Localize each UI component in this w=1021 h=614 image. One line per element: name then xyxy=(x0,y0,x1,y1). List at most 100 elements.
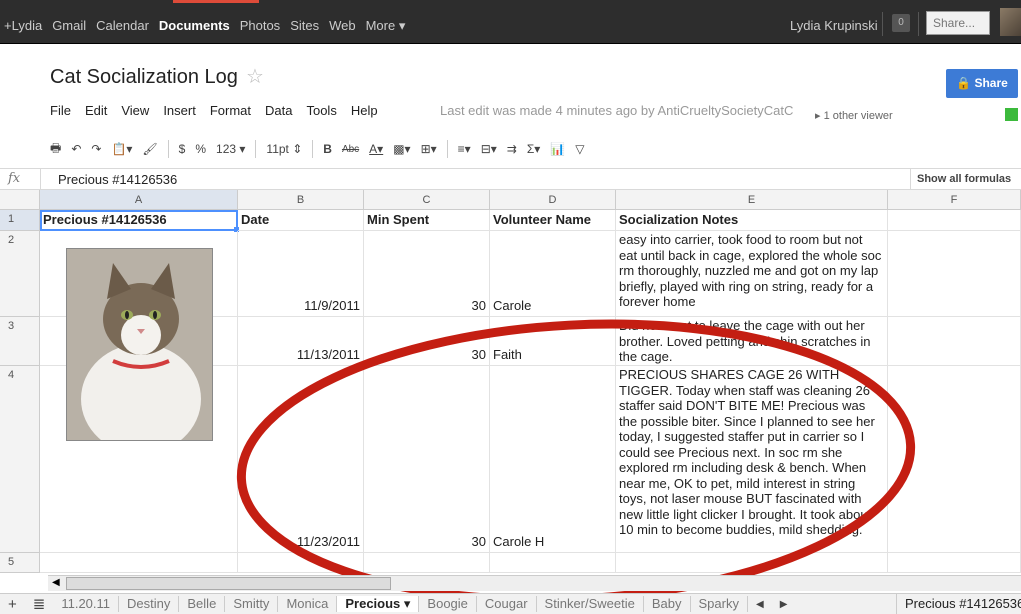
cell-f4[interactable] xyxy=(888,366,1021,553)
paint-format-icon[interactable]: 🖌 xyxy=(142,142,157,156)
cell-a5[interactable] xyxy=(40,553,238,573)
column-header-e[interactable]: E xyxy=(616,190,888,210)
chart-icon[interactable]: 📊 xyxy=(550,142,565,156)
fill-color-icon[interactable]: ▩▾ xyxy=(393,142,410,156)
bold-button[interactable]: B xyxy=(323,142,332,156)
filter-icon[interactable]: ▽ xyxy=(575,142,584,156)
sheet-tab[interactable]: Monica xyxy=(278,596,338,612)
tab-scroll-right-icon[interactable]: ▶ xyxy=(772,599,796,610)
app-link[interactable]: Web xyxy=(329,18,356,34)
menu-item[interactable]: Edit xyxy=(85,103,107,118)
cell-b3[interactable]: 11/13/2011 xyxy=(238,317,364,366)
menu-item[interactable]: Format xyxy=(210,103,251,118)
sheet-tab[interactable]: Destiny xyxy=(119,596,180,612)
show-all-formulas-button[interactable]: Show all formulas xyxy=(910,169,1021,190)
cell-b1[interactable]: Date xyxy=(238,210,364,231)
cat-photo[interactable] xyxy=(66,248,213,441)
cell-c5[interactable] xyxy=(364,553,490,573)
font-size-button[interactable]: 11pt ⇕ xyxy=(266,142,302,156)
functions-icon[interactable]: Σ▾ xyxy=(527,142,540,156)
cell-d3[interactable]: Faith xyxy=(490,317,616,366)
cell-d2[interactable]: Carole xyxy=(490,231,616,317)
scroll-left-icon[interactable]: ◀ xyxy=(52,577,60,588)
app-link[interactable]: Photos xyxy=(240,18,280,34)
app-link[interactable]: Sites xyxy=(290,18,319,34)
cell-e4[interactable]: PRECIOUS SHARES CAGE 26 WITH TIGGER. Tod… xyxy=(616,366,888,553)
undo-icon[interactable]: ↶ xyxy=(71,142,81,156)
cell-f2[interactable] xyxy=(888,231,1021,317)
cell-c2[interactable]: 30 xyxy=(364,231,490,317)
sheet-tab[interactable]: Boogie xyxy=(419,596,477,612)
currency-button[interactable]: $ xyxy=(179,142,186,156)
corner-header[interactable] xyxy=(0,190,40,210)
formula-input[interactable]: Precious #14126536 xyxy=(58,172,177,187)
app-link[interactable]: Calendar xyxy=(96,18,149,34)
align-icon[interactable]: ≡▾ xyxy=(458,142,471,156)
user-name[interactable]: Lydia Krupinski xyxy=(790,18,878,33)
cell-b4[interactable]: 11/23/2011 xyxy=(238,366,364,553)
app-link[interactable]: Gmail xyxy=(52,18,86,34)
menu-item[interactable]: Data xyxy=(265,103,292,118)
tab-scroll-left-icon[interactable]: ◀ xyxy=(748,599,772,610)
notification-count[interactable]: 0 xyxy=(892,14,910,32)
row-header-1[interactable]: 1 xyxy=(0,210,40,231)
sheet-tab[interactable]: Smitty xyxy=(225,596,279,612)
sheet-tab[interactable]: Baby xyxy=(644,596,691,612)
app-link[interactable]: Documents xyxy=(159,18,230,34)
cell-d5[interactable] xyxy=(490,553,616,573)
cell-e3[interactable]: Did not want to leave the cage with out … xyxy=(616,317,888,366)
last-edit-status[interactable]: Last edit was made 4 minutes ago by Anti… xyxy=(440,103,793,118)
redo-icon[interactable]: ↷ xyxy=(91,142,101,156)
app-link[interactable]: More ▾ xyxy=(366,18,406,34)
print-icon[interactable]: 🖶 xyxy=(50,139,61,160)
row-header-3[interactable]: 3 xyxy=(0,317,40,366)
sheet-tab[interactable]: Precious ▾ xyxy=(337,596,420,612)
column-header-d[interactable]: D xyxy=(490,190,616,210)
add-sheet-icon[interactable]: + xyxy=(0,596,25,613)
cell-d4[interactable]: Carole H xyxy=(490,366,616,553)
wrap-text-icon[interactable]: ⇉ xyxy=(507,142,517,156)
cell-c3[interactable]: 30 xyxy=(364,317,490,366)
text-color-icon[interactable]: A▾ xyxy=(369,142,383,156)
sheet-tab[interactable]: Belle xyxy=(179,596,226,612)
cell-c1[interactable]: Min Spent xyxy=(364,210,490,231)
menu-item[interactable]: View xyxy=(121,103,149,118)
row-header-4[interactable]: 4 xyxy=(0,366,40,553)
viewer-count[interactable]: ▸ 1 other viewer xyxy=(815,109,893,122)
cell-f5[interactable] xyxy=(888,553,1021,573)
sheet-tab[interactable]: Cougar xyxy=(477,596,537,612)
row-header-5[interactable]: 5 xyxy=(0,553,40,573)
column-header-a[interactable]: A xyxy=(40,190,238,210)
cell-e2[interactable]: easy into carrier, took food to room but… xyxy=(616,231,888,317)
merge-icon[interactable]: ⊟▾ xyxy=(481,142,497,156)
app-link[interactable]: +Lydia xyxy=(4,18,42,34)
percent-button[interactable]: % xyxy=(195,142,206,156)
menu-item[interactable]: Tools xyxy=(306,103,336,118)
avatar[interactable] xyxy=(1000,8,1021,36)
paste-icon[interactable]: 📋▾ xyxy=(111,142,132,156)
sheet-tab[interactable]: Sparky xyxy=(691,596,748,612)
sheet-list-icon[interactable]: ≣ xyxy=(25,595,54,613)
cell-f3[interactable] xyxy=(888,317,1021,366)
sheet-tab[interactable]: 11.20.11 xyxy=(53,596,120,612)
row-header-2[interactable]: 2 xyxy=(0,231,40,317)
star-icon[interactable]: ☆ xyxy=(246,64,264,89)
cell-e5[interactable] xyxy=(616,553,888,573)
borders-icon[interactable]: ⊞▾ xyxy=(421,142,437,156)
column-header-f[interactable]: F xyxy=(888,190,1021,210)
menu-item[interactable]: Insert xyxy=(163,103,196,118)
cell-c4[interactable]: 30 xyxy=(364,366,490,553)
strikethrough-icon[interactable]: Abc xyxy=(342,144,359,155)
sheet-tab[interactable]: Stinker/Sweetie xyxy=(537,596,644,612)
cell-e1[interactable]: Socialization Notes xyxy=(616,210,888,231)
cell-d1[interactable]: Volunteer Name xyxy=(490,210,616,231)
document-title[interactable]: Cat Socialization Log xyxy=(50,66,238,89)
horizontal-scrollbar[interactable]: ◀ xyxy=(48,575,1021,591)
column-header-b[interactable]: B xyxy=(238,190,364,210)
menu-item[interactable]: Help xyxy=(351,103,378,118)
current-sheet-name[interactable]: Precious #14126536 xyxy=(896,594,1021,614)
cell-f1[interactable] xyxy=(888,210,1021,231)
cell-a1[interactable]: Precious #14126536 xyxy=(40,210,238,231)
cell-b5[interactable] xyxy=(238,553,364,573)
scrollbar-thumb[interactable] xyxy=(66,577,391,590)
